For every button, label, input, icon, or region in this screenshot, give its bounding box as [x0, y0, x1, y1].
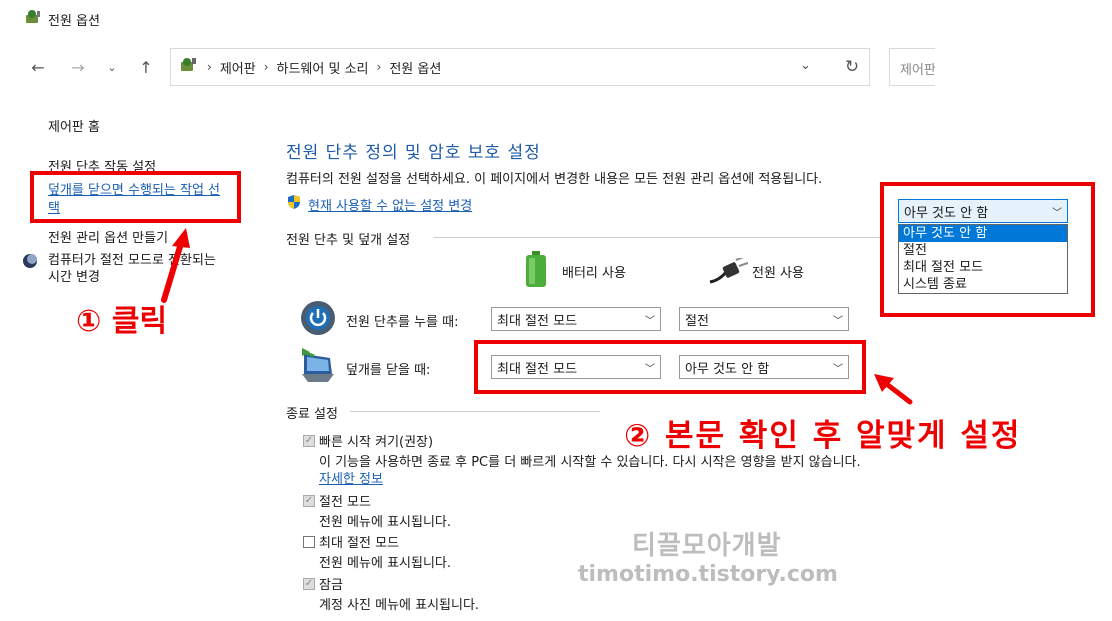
- dropdown-current-select[interactable]: 아무 것도 안 함 ﹀: [898, 199, 1068, 223]
- plugged-column-header: 전원 사용: [752, 266, 804, 281]
- address-dropdown-chevron-icon[interactable]: ⌄: [800, 58, 811, 73]
- sleep-checkbox[interactable]: ✓ 절전 모드: [303, 491, 371, 510]
- dropdown-current-value: 아무 것도 안 함: [904, 205, 989, 221]
- address-bar[interactable]: › 제어판 › 하드웨어 및 소리 › 전원 옵션: [170, 48, 870, 86]
- dropdown-option[interactable]: 시스템 종료: [899, 276, 1067, 293]
- page-description: 컴퓨터의 전원 설정을 선택하세요. 이 페이지에서 변경한 내용은 모든 전원…: [286, 172, 823, 187]
- title-bar: 전원 옵션: [24, 8, 100, 30]
- sleep-description: 전원 메뉴에 표시됩니다.: [319, 515, 451, 530]
- up-arrow-icon[interactable]: ↑: [134, 55, 158, 79]
- power-button-row-label: 전원 단추를 누를 때:: [346, 315, 459, 330]
- dropdown-option[interactable]: 절전: [899, 242, 1067, 259]
- forward-arrow-icon[interactable]: →: [66, 55, 90, 79]
- breadcrumb-separator-icon: ›: [207, 60, 212, 74]
- power-button-plugged-value: 절전: [685, 313, 709, 329]
- change-unavailable-settings-label: 현재 사용할 수 없는 설정 변경: [308, 198, 473, 214]
- hibernate-label: 최대 절전 모드: [319, 536, 400, 551]
- annotation-step2: ② 본문 확인 후 알맞게 설정: [624, 418, 1022, 454]
- power-button-battery-value: 최대 절전 모드: [497, 313, 578, 329]
- annotation-arrow-upleft-icon: [874, 374, 913, 405]
- hibernate-description: 전원 메뉴에 표시됩니다.: [319, 556, 451, 571]
- power-plug-icon: [708, 255, 749, 288]
- change-unavailable-settings-link[interactable]: 현재 사용할 수 없는 설정 변경: [286, 194, 472, 214]
- fast-startup-checkbox[interactable]: ✓ 빠른 시작 켜기(권장): [303, 431, 433, 450]
- section-power-lid-heading: 전원 단추 및 덮개 설정: [286, 233, 411, 248]
- checkbox-checked-disabled-icon: ✓: [303, 577, 315, 590]
- control-panel-icon: [179, 56, 199, 78]
- fast-startup-label: 빠른 시작 켜기(권장): [319, 435, 434, 450]
- annotation-step1: ① 클릭: [76, 304, 168, 339]
- uac-shield-icon: [286, 194, 302, 214]
- search-input[interactable]: 제어판: [889, 48, 935, 86]
- section-divider: [434, 237, 880, 238]
- dropdown-options-list[interactable]: 아무 것도 안 함 절전 최대 절전 모드 시스템 종료: [898, 224, 1068, 294]
- annotation-box-sidebar: [30, 171, 241, 223]
- breadcrumb-separator-icon: ›: [263, 60, 269, 74]
- more-info-link[interactable]: 자세한 정보: [319, 468, 383, 487]
- moon-sleep-icon: [22, 253, 38, 273]
- battery-column-header: 배터리 사용: [562, 266, 626, 281]
- chevron-down-icon: ﹀: [833, 315, 843, 327]
- power-options-app-icon: [24, 8, 42, 30]
- lock-checkbox[interactable]: ✓ 잠금: [303, 574, 343, 593]
- sleep-label: 절전 모드: [319, 495, 371, 510]
- battery-icon: [522, 250, 550, 292]
- page-title: 전원 단추 정의 및 암호 보호 설정: [286, 143, 541, 163]
- lock-label: 잠금: [319, 578, 343, 593]
- breadcrumb-control-panel[interactable]: 제어판: [220, 58, 256, 77]
- fast-startup-description: 이 기능을 사용하면 종료 후 PC를 더 빠르게 시작할 수 있습니다. 다시…: [319, 455, 861, 470]
- watermark-url: timotimo.tistory.com: [578, 562, 838, 587]
- breadcrumb-hardware-sound[interactable]: 하드웨어 및 소리: [277, 58, 369, 77]
- dropdown-option[interactable]: 최대 절전 모드: [899, 259, 1067, 276]
- annotation-arrow-up-icon: [161, 228, 190, 303]
- refresh-icon[interactable]: ↻: [838, 55, 866, 79]
- checkbox-checked-disabled-icon: ✓: [303, 494, 315, 507]
- power-button-battery-select[interactable]: 최대 절전 모드 ﹀: [491, 307, 661, 331]
- hibernate-checkbox[interactable]: 최대 절전 모드: [303, 532, 399, 551]
- lock-description: 계정 사진 메뉴에 표시됩니다.: [319, 598, 480, 613]
- checkbox-checked-disabled-icon: ✓: [303, 434, 315, 447]
- breadcrumb-separator-icon: ›: [376, 60, 382, 74]
- section-divider: [350, 411, 600, 412]
- power-button-plugged-select[interactable]: 절전 ﹀: [679, 307, 849, 331]
- watermark-title: 티끌모아개발: [632, 531, 782, 561]
- chevron-down-icon: ﹀: [645, 315, 655, 327]
- section-shutdown-heading: 종료 설정: [286, 407, 338, 422]
- recent-locations-chevron-icon[interactable]: ⌄: [100, 55, 124, 79]
- sidebar-item-sleep-timing[interactable]: 컴퓨터가 절전 모드로 전환되는 시간 변경: [48, 252, 230, 286]
- back-arrow-icon[interactable]: ←: [26, 55, 50, 79]
- checkbox-unchecked-icon: [303, 535, 315, 548]
- window-title: 전원 옵션: [48, 13, 100, 29]
- chevron-down-icon: ﹀: [1052, 207, 1062, 219]
- breadcrumb-power-options[interactable]: 전원 옵션: [389, 58, 441, 77]
- lid-row-label: 덮개를 닫을 때:: [346, 363, 431, 378]
- annotation-box-lid-selects: [474, 340, 866, 394]
- laptop-lid-icon: [298, 348, 338, 388]
- sidebar-control-panel-home[interactable]: 제어판 홈: [48, 116, 100, 135]
- power-button-icon: [300, 300, 336, 340]
- dropdown-option[interactable]: 아무 것도 안 함: [899, 225, 1067, 242]
